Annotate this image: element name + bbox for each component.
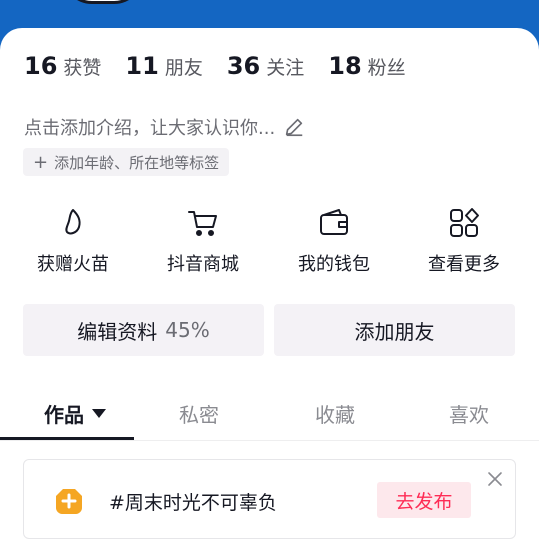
wallet-icon	[320, 209, 348, 235]
stat-followers-label: 粉丝	[367, 57, 406, 79]
stat-friends-count: 11	[125, 52, 159, 80]
stat-friends[interactable]: 11 朋友	[125, 52, 202, 80]
publish-button-label: 去发布	[395, 490, 453, 513]
close-icon[interactable]	[486, 470, 504, 488]
bio-row[interactable]: 点击添加介绍，让大家认识你...	[24, 114, 305, 140]
tab-favorites-label: 收藏	[315, 402, 355, 427]
plus-badge-icon	[56, 489, 82, 514]
stat-followers-count: 18	[328, 52, 362, 80]
stat-following-label: 关注	[266, 57, 305, 79]
tab-divider	[0, 440, 539, 441]
tab-works[interactable]: 作品	[44, 398, 106, 428]
tab-private-label: 私密	[179, 402, 219, 427]
grid-icon	[450, 208, 479, 237]
add-tags-label: 添加年龄、所在地等标签	[54, 153, 220, 172]
tab-works-label: 作品	[44, 402, 84, 427]
quick-action-mall[interactable]: 抖音商城	[148, 206, 258, 276]
tab-likes[interactable]: 喜欢	[449, 398, 489, 428]
tab-private[interactable]: 私密	[179, 398, 219, 428]
edit-profile-button[interactable]: 编辑资料 45%	[23, 304, 264, 356]
edit-profile-label: 编辑资料	[77, 319, 158, 344]
quick-action-label: 我的钱包	[298, 254, 370, 275]
plus-icon: +	[33, 151, 49, 173]
bio-placeholder: 点击添加介绍，让大家认识你...	[24, 118, 276, 139]
quick-action-more[interactable]: 查看更多	[409, 206, 519, 276]
tab-likes-label: 喜欢	[449, 402, 489, 427]
stat-likes-label: 获赞	[63, 57, 102, 79]
add-friend-label: 添加朋友	[354, 319, 435, 344]
quick-action-wallet[interactable]: 我的钱包	[279, 206, 389, 276]
suggested-topic: #周末时光不可辜负	[109, 492, 277, 514]
quick-action-flame[interactable]: 获赠火苗	[18, 206, 128, 276]
flame-icon	[65, 209, 81, 235]
stat-likes[interactable]: 16 获赞	[24, 52, 101, 80]
pencil-icon[interactable]	[283, 116, 305, 138]
add-friend-button[interactable]: 添加朋友	[274, 304, 515, 356]
add-tags-chip[interactable]: + 添加年龄、所在地等标签	[23, 148, 230, 176]
stat-friends-label: 朋友	[164, 57, 203, 79]
profile-completion: 45%	[165, 318, 210, 342]
post-suggestion-card[interactable]: #周末时光不可辜负 去发布	[23, 459, 516, 539]
stat-likes-count: 16	[24, 52, 58, 80]
quick-action-label: 查看更多	[428, 254, 500, 275]
quick-action-label: 获赠火苗	[37, 254, 109, 275]
stat-followers[interactable]: 18 粉丝	[328, 52, 405, 80]
cart-icon	[188, 211, 217, 236]
stats-row: 16 获赞 11 朋友 36 关注 18 粉丝	[24, 52, 430, 80]
tab-favorites[interactable]: 收藏	[315, 398, 355, 428]
publish-button[interactable]: 去发布	[377, 482, 471, 518]
stat-following[interactable]: 36 关注	[227, 52, 304, 80]
quick-action-label: 抖音商城	[167, 254, 239, 275]
caret-down-icon	[92, 408, 106, 418]
stat-following-count: 36	[226, 52, 261, 80]
